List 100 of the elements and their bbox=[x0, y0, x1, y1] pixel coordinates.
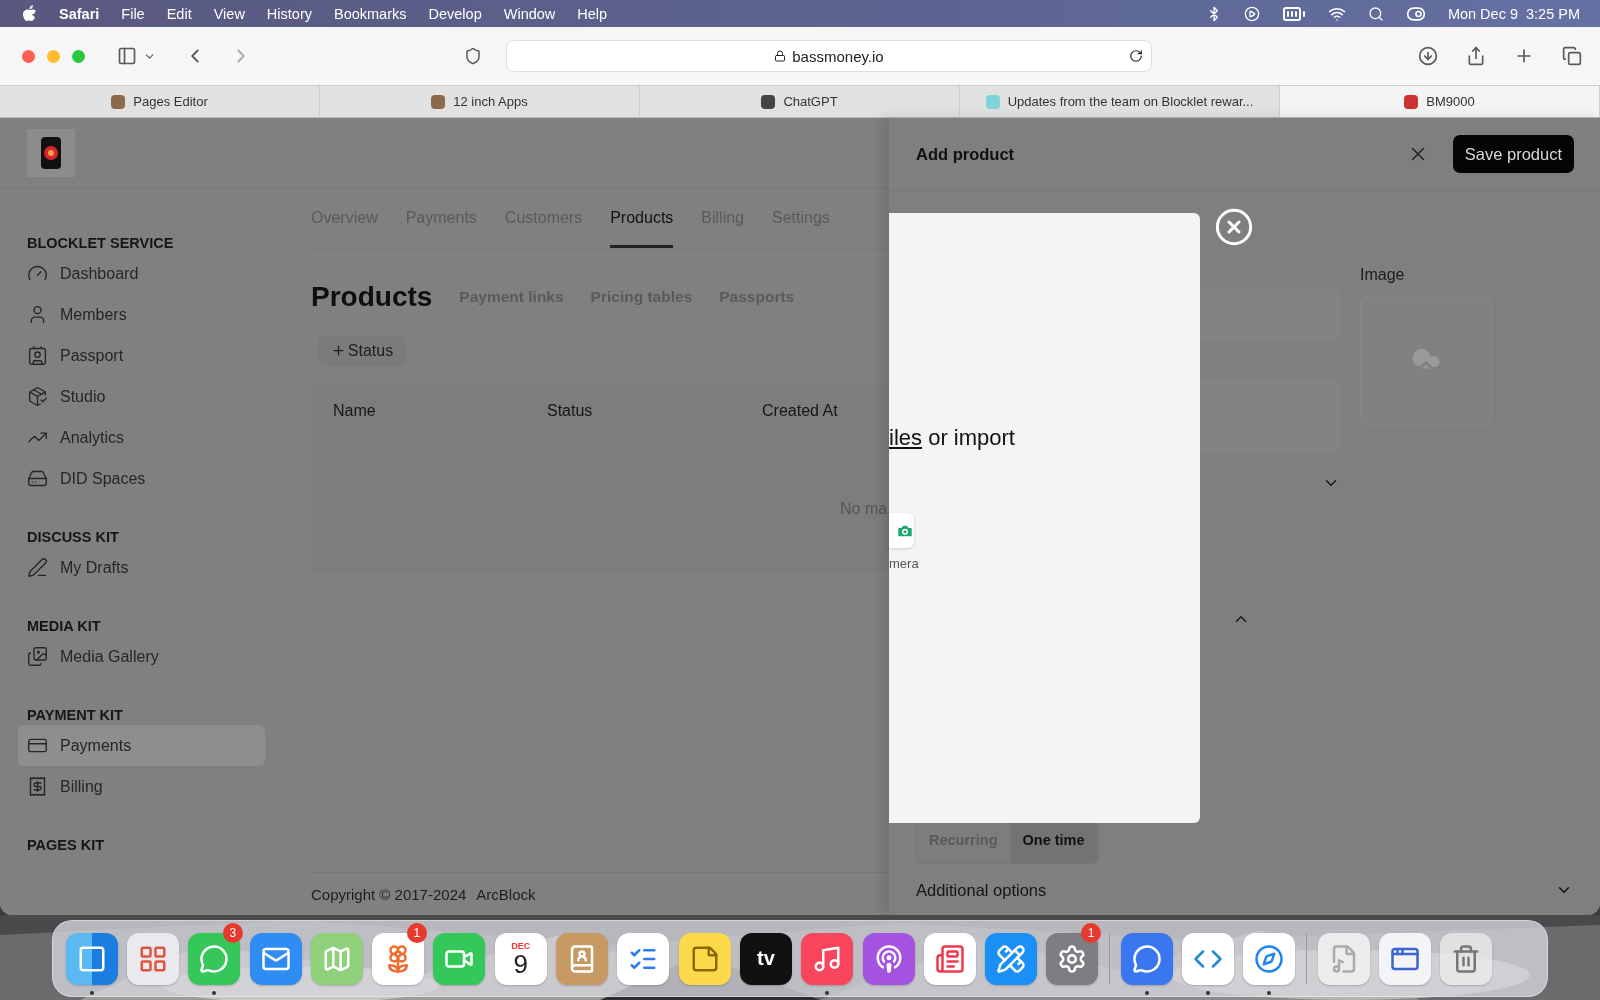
sidebar-item[interactable]: Analytics bbox=[18, 417, 265, 458]
window-thumbnail-icon[interactable] bbox=[1378, 932, 1431, 985]
app-grid-icon[interactable] bbox=[126, 932, 179, 985]
column-header: Status bbox=[547, 401, 594, 420]
notepad-icon[interactable] bbox=[678, 932, 731, 985]
notification-badge: 3 bbox=[222, 923, 243, 943]
sidebar-toggle-icon[interactable] bbox=[117, 46, 137, 66]
play-circle-icon[interactable] bbox=[1243, 5, 1260, 22]
sidebar-item[interactable]: Dashboard bbox=[18, 253, 265, 294]
app-menu[interactable]: Safari bbox=[59, 5, 100, 22]
sidebar-item[interactable]: My Drafts bbox=[18, 547, 265, 588]
share-icon[interactable] bbox=[1466, 46, 1486, 66]
nav-tab[interactable]: Products bbox=[610, 188, 674, 248]
menu-item[interactable]: Develop bbox=[428, 5, 482, 22]
sidebar-item[interactable]: Studio bbox=[18, 376, 265, 417]
plus-icon bbox=[330, 343, 346, 358]
contact-book-icon[interactable] bbox=[556, 932, 608, 985]
section-heading: DISCUSS KIT bbox=[26, 528, 120, 547]
menu-item[interactable]: Help bbox=[577, 5, 608, 22]
favicon-icon bbox=[985, 94, 1000, 109]
close-icon[interactable] bbox=[1214, 207, 1254, 247]
podcast-icon[interactable] bbox=[862, 932, 915, 985]
music-note-icon[interactable] bbox=[801, 932, 854, 985]
running-dot bbox=[1206, 991, 1210, 995]
speech-bubble-icon[interactable] bbox=[1120, 932, 1173, 985]
two-tone-square-icon[interactable] bbox=[65, 932, 118, 985]
lock-icon bbox=[774, 50, 787, 62]
camera-label: mera bbox=[889, 556, 919, 571]
url-text: bassmoney.io bbox=[792, 47, 884, 65]
calendar-day: 9 bbox=[513, 950, 528, 977]
company-name: ArcBlock bbox=[476, 885, 536, 903]
page-title: Products bbox=[311, 281, 433, 313]
sidebar-item[interactable]: Media Gallery bbox=[18, 636, 265, 677]
id-card-icon bbox=[27, 345, 48, 366]
camera-icon[interactable] bbox=[889, 513, 914, 548]
menu-item[interactable]: File bbox=[121, 5, 145, 22]
running-dot bbox=[825, 991, 830, 995]
menu-item[interactable]: View bbox=[213, 5, 245, 22]
calendar-month: DEC bbox=[511, 940, 531, 951]
menu-item[interactable]: Window bbox=[503, 5, 556, 22]
download-icon[interactable] bbox=[1418, 46, 1438, 66]
image-gallery-icon bbox=[27, 646, 48, 667]
running-dot bbox=[212, 991, 217, 995]
close-window-button[interactable] bbox=[22, 49, 35, 63]
section-heading: MEDIA KIT bbox=[26, 617, 102, 636]
sidebar-item[interactable]: Payments bbox=[18, 725, 265, 766]
favicon-icon bbox=[761, 94, 776, 109]
drawer-title: Add product bbox=[916, 144, 1015, 164]
tv-tile[interactable]: tv bbox=[739, 932, 792, 985]
speaker-logo-icon[interactable] bbox=[27, 128, 75, 177]
trash-icon[interactable] bbox=[1440, 932, 1493, 985]
news-icon[interactable] bbox=[923, 932, 976, 985]
browser-tab[interactable]: BM9000 bbox=[1280, 86, 1600, 117]
sidebar-item[interactable]: DID Spaces bbox=[18, 458, 265, 499]
calendar-tile[interactable]: DEC 9 bbox=[494, 932, 547, 985]
column-header: Created At bbox=[762, 401, 839, 420]
tabs-overview-icon[interactable] bbox=[1562, 46, 1582, 66]
search-icon[interactable] bbox=[1367, 5, 1384, 22]
menu-item[interactable]: Bookmarks bbox=[334, 5, 407, 22]
section-heading: PAYMENT KIT bbox=[26, 706, 124, 725]
upload-prompt: iles or import bbox=[889, 425, 1015, 451]
notification-badge: 1 bbox=[1081, 923, 1102, 943]
menubar-time[interactable]: 3:25 PM bbox=[1526, 5, 1580, 22]
sidebar-item[interactable]: Passport bbox=[18, 335, 265, 376]
code-icon[interactable] bbox=[1182, 932, 1234, 985]
box-check-icon bbox=[27, 386, 48, 407]
column-header: Name bbox=[333, 401, 377, 420]
status-filter-button[interactable]: Status bbox=[318, 335, 406, 366]
pencil-ruler-icon[interactable] bbox=[985, 932, 1038, 985]
compass-icon[interactable] bbox=[1243, 932, 1296, 985]
menu-item[interactable]: History bbox=[266, 5, 312, 22]
sidebar-item[interactable]: Billing bbox=[18, 766, 265, 807]
drive-icon bbox=[27, 468, 48, 489]
image-label: Image bbox=[1360, 266, 1406, 285]
favicon-icon bbox=[111, 94, 126, 109]
notification-badge: 1 bbox=[406, 923, 427, 943]
video-camera-icon[interactable] bbox=[433, 932, 486, 985]
running-dot bbox=[1267, 991, 1272, 995]
apple-icon[interactable] bbox=[22, 5, 37, 22]
menu-item[interactable]: Edit bbox=[166, 5, 192, 22]
address-field[interactable]: bassmoney.io bbox=[506, 40, 1152, 72]
favicon-icon bbox=[1404, 94, 1419, 109]
pen-icon bbox=[27, 557, 48, 578]
favicon-icon bbox=[431, 94, 446, 109]
envelope-icon[interactable] bbox=[249, 932, 302, 985]
receipt-icon bbox=[27, 776, 48, 797]
menubar-date[interactable]: Mon Dec 9 bbox=[1447, 5, 1518, 22]
sidebar-item[interactable]: Members bbox=[18, 294, 265, 335]
checklist-icon[interactable] bbox=[617, 932, 670, 985]
shield-icon[interactable] bbox=[464, 47, 482, 65]
save-product-button[interactable]: Save product bbox=[1452, 135, 1574, 173]
section-heading: PAGES KIT bbox=[26, 836, 106, 855]
running-dot bbox=[1144, 991, 1149, 995]
tv-label: tv bbox=[757, 947, 775, 970]
section-heading: BLOCKLET SERVICE bbox=[26, 234, 175, 253]
additional-options-label: Additional options bbox=[916, 880, 1047, 900]
running-dot bbox=[89, 991, 94, 995]
browse-files-link[interactable]: iles bbox=[889, 425, 922, 450]
reload-icon[interactable] bbox=[1129, 49, 1143, 63]
copyright-text: Copyright © 2017-2024 bbox=[311, 885, 467, 903]
